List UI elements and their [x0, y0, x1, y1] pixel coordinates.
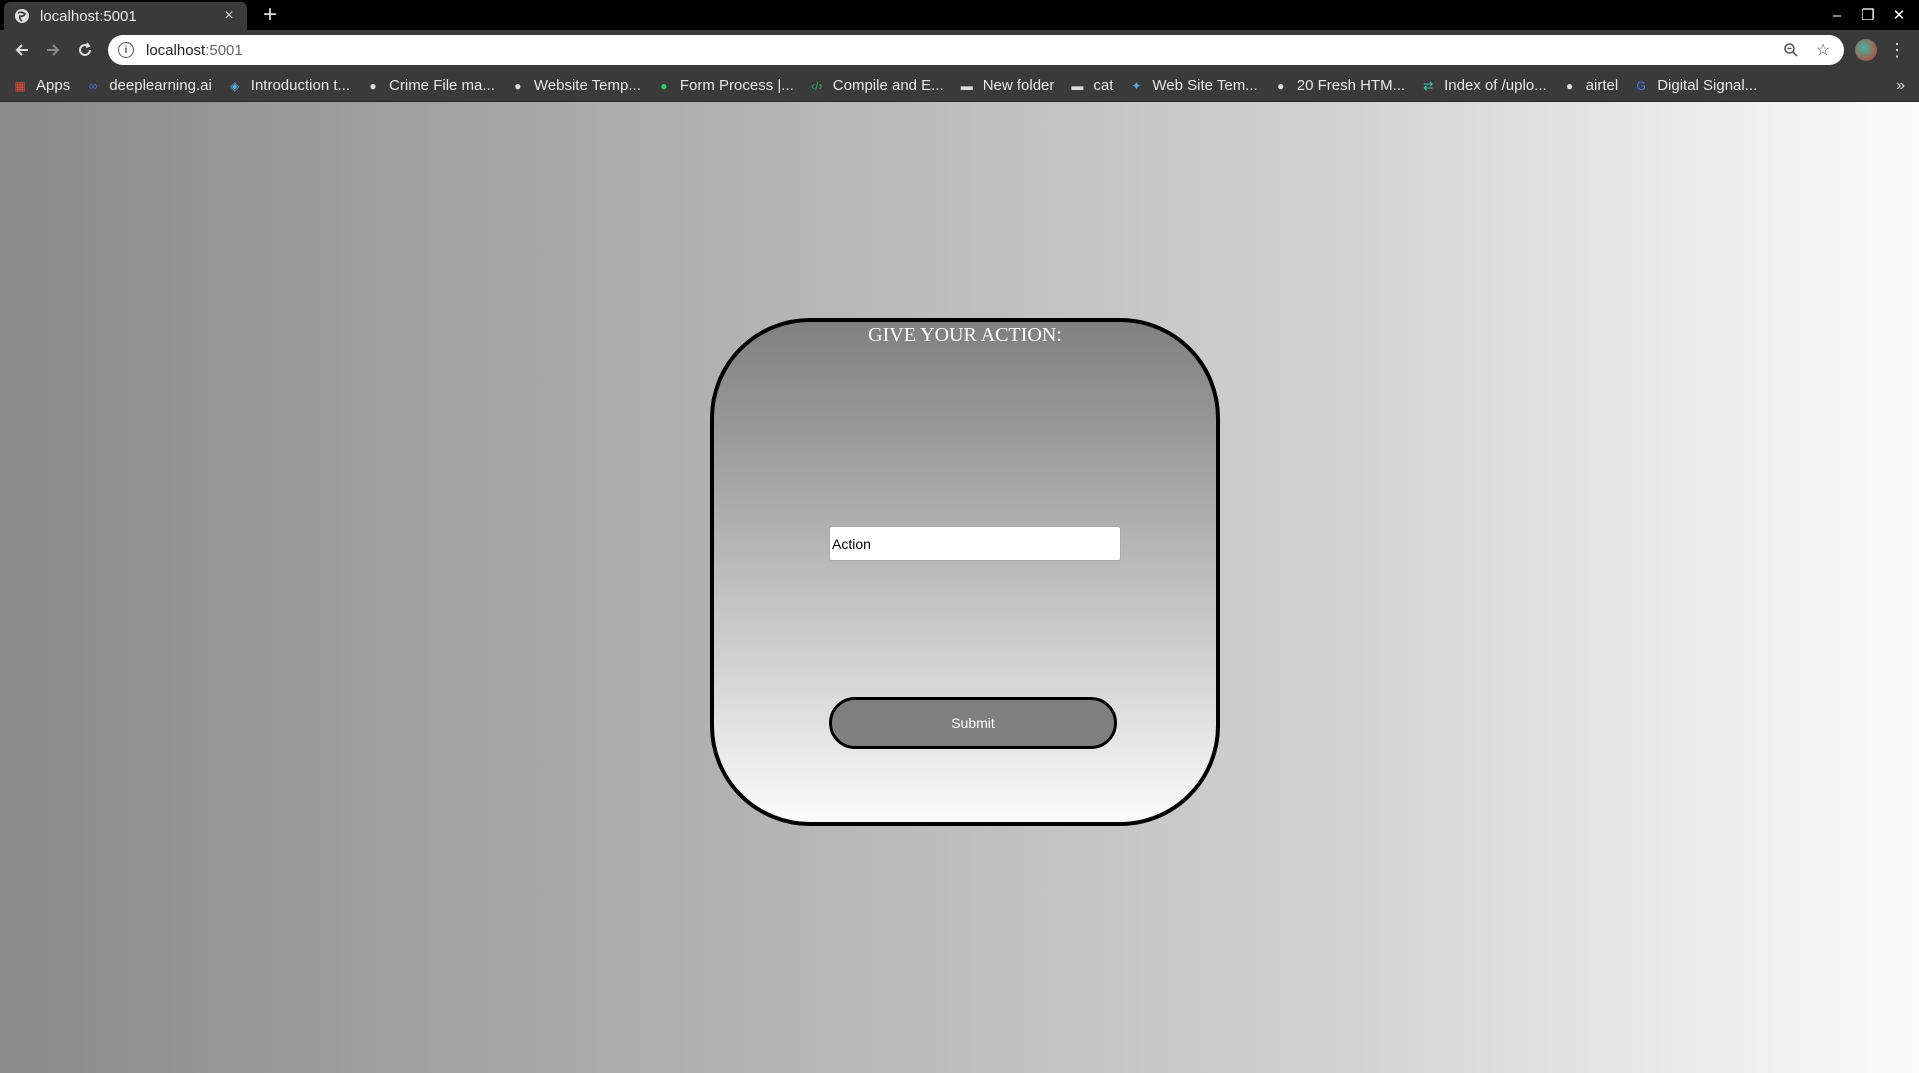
bookmark-item[interactable]: G Digital Signal...	[1633, 77, 1758, 94]
bookmark-item[interactable]: ✦ Web Site Tem...	[1128, 77, 1257, 94]
infinity-icon: ∞	[88, 78, 98, 93]
bookmarks-bar: ▦ Apps ∞ deeplearning.ai ◈ Introduction t... ●…	[0, 70, 1919, 102]
tab-strip: localhost:5001 × + – ❐ ✕	[0, 0, 1919, 30]
bookmark-label: Website Temp...	[533, 77, 641, 94]
bookmark-star-icon[interactable]: ☆	[1812, 39, 1834, 61]
bookmark-item[interactable]: ◈ Introduction t...	[227, 77, 350, 94]
bookmark-item[interactable]: ▬ cat	[1069, 77, 1113, 94]
bird-icon: ✦	[1131, 78, 1142, 93]
bookmark-item[interactable]: ▬ New folder	[959, 77, 1055, 94]
globe-icon: ●	[1277, 78, 1285, 93]
page-background: GIVE YOUR ACTION: Submit	[0, 102, 1919, 1073]
restore-icon[interactable]: ❐	[1853, 0, 1883, 30]
bookmark-label: Apps	[36, 77, 71, 94]
action-form-card: GIVE YOUR ACTION: Submit	[710, 318, 1220, 826]
bookmark-label: deeplearning.ai	[109, 77, 212, 94]
close-window-icon[interactable]: ✕	[1884, 0, 1914, 30]
site-info-icon[interactable]: i	[118, 42, 134, 58]
bookmark-label: Compile and E...	[832, 77, 944, 94]
submit-button[interactable]: Submit	[829, 697, 1117, 749]
browser-toolbar: i localhost:5001 ☆	[0, 30, 1919, 70]
menu-dots-icon[interactable]: ⋮	[1885, 38, 1909, 62]
folder-icon: ▬	[1071, 78, 1084, 93]
code-icon: ‹/›	[811, 78, 823, 93]
bookmarks-overflow-icon[interactable]: »	[1896, 70, 1905, 102]
globe-icon: ●	[1566, 78, 1574, 93]
arrows-icon: ⇄	[1423, 78, 1434, 93]
bookmark-label: Form Process |...	[679, 77, 794, 94]
bookmark-label: Digital Signal...	[1657, 77, 1758, 94]
bookmark-label: Crime File ma...	[389, 77, 495, 94]
url-host: localhost	[146, 41, 206, 59]
bookmark-label: cat	[1093, 77, 1114, 94]
leaf-icon: ●	[660, 78, 668, 93]
profile-avatar[interactable]	[1855, 39, 1877, 61]
bookmark-item[interactable]: ● Crime File ma...	[365, 77, 495, 94]
new-tab-button[interactable]: +	[258, 1, 282, 29]
url-text[interactable]: localhost:5001	[146, 42, 1770, 59]
bookmark-label: New folder	[982, 77, 1055, 94]
reload-icon[interactable]	[73, 38, 97, 62]
address-bar[interactable]: i localhost:5001 ☆	[108, 35, 1844, 65]
globe-icon: ●	[514, 78, 522, 93]
bookmark-item[interactable]: ● 20 Fresh HTM...	[1273, 77, 1405, 94]
globe-icon	[15, 9, 29, 23]
bookmark-item[interactable]: ∞ deeplearning.ai	[85, 77, 212, 94]
bookmark-item[interactable]: ● Form Process |...	[656, 77, 794, 94]
url-port: :5001	[205, 41, 243, 59]
tab-close-icon[interactable]: ×	[221, 7, 237, 25]
bookmark-item[interactable]: ● airtel	[1562, 77, 1619, 94]
minimize-icon[interactable]: –	[1822, 0, 1852, 30]
forward-arrow-icon[interactable]	[41, 38, 65, 62]
google-g-icon: G	[1636, 78, 1646, 93]
bookmark-label: Web Site Tem...	[1152, 77, 1258, 94]
bookmark-label: airtel	[1585, 77, 1619, 94]
bookmark-label: Introduction t...	[250, 77, 351, 94]
globe-icon: ●	[369, 78, 377, 93]
bookmark-item[interactable]: ⇄ Index of /uplo...	[1420, 77, 1547, 94]
form-heading: GIVE YOUR ACTION:	[868, 324, 1062, 346]
bookmark-item[interactable]: ● Website Temp...	[510, 77, 641, 94]
browser-tab[interactable]: localhost:5001 ×	[4, 2, 247, 30]
bookmark-label: 20 Fresh HTM...	[1296, 77, 1406, 94]
back-arrow-icon[interactable]	[10, 38, 34, 62]
zoom-icon[interactable]	[1780, 39, 1802, 61]
action-input[interactable]	[829, 526, 1121, 561]
apps-grid-icon: ▦	[14, 78, 26, 93]
tab-title: localhost:5001	[40, 7, 137, 25]
bookmark-label: Index of /uplo...	[1444, 77, 1547, 94]
folder-icon: ▬	[960, 78, 973, 93]
bookmark-item[interactable]: ▦ Apps	[12, 77, 70, 94]
cube-icon: ◈	[230, 78, 240, 93]
bookmark-item[interactable]: ‹/› Compile and E...	[809, 77, 944, 94]
